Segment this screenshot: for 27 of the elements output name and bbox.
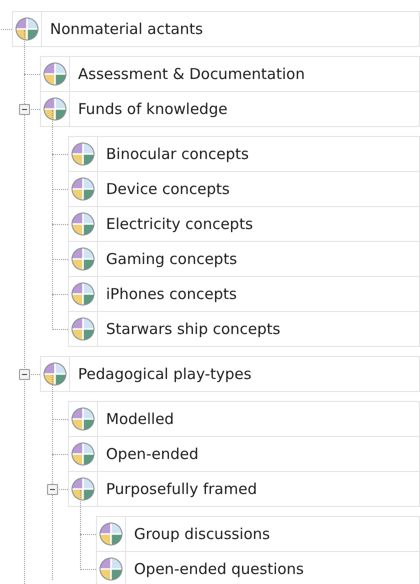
tree-item-label[interactable]: Assessment & Documentation (70, 56, 420, 92)
node-icon (98, 556, 124, 582)
tree-item-label[interactable]: Binocular concepts (98, 136, 420, 172)
tree-item-label[interactable]: Modelled (98, 401, 420, 437)
tree-item-label[interactable]: Group discussions (126, 516, 420, 552)
node-icon (70, 141, 96, 167)
node-icon (42, 61, 68, 87)
tree-item-label[interactable]: Nonmaterial actants (42, 11, 420, 47)
node-icon (70, 281, 96, 307)
node-icon (14, 16, 40, 42)
node-icon (70, 176, 96, 202)
collapse-toggle[interactable] (19, 369, 30, 380)
tree-item-label[interactable]: Pedagogical play-types (70, 356, 420, 392)
collapse-toggle[interactable] (47, 484, 58, 495)
node-icon (42, 96, 68, 122)
tree-item-label[interactable]: Funds of knowledge (70, 91, 420, 127)
node-icon (70, 211, 96, 237)
node-icon (70, 441, 96, 467)
node-icon (70, 316, 96, 342)
node-icon (42, 361, 68, 387)
collapse-toggle[interactable] (19, 104, 30, 115)
tree-item-label[interactable]: Starwars ship concepts (98, 311, 420, 347)
node-icon (70, 406, 96, 432)
tree-item-label[interactable]: Purposefully framed (98, 471, 420, 507)
node-icon (70, 476, 96, 502)
node-icon (98, 521, 124, 547)
node-icon (70, 246, 96, 272)
